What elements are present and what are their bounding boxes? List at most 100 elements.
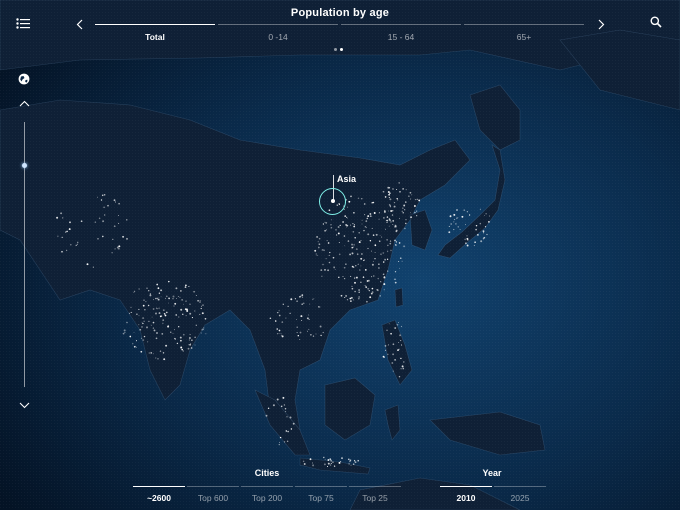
city-light [331, 219, 332, 221]
city-light [168, 280, 170, 283]
year-option-2010[interactable]: 2010 [440, 486, 492, 508]
city-light [389, 198, 392, 201]
city-light [185, 284, 187, 287]
city-light [101, 235, 104, 238]
city-light [376, 289, 379, 292]
city-light [282, 303, 284, 305]
city-light [316, 235, 319, 238]
city-light [155, 312, 157, 315]
city-light [160, 289, 163, 292]
city-light [457, 217, 459, 219]
city-light [141, 321, 143, 323]
tab-65-plus[interactable]: 65+ [464, 24, 584, 44]
city-light [167, 325, 170, 328]
city-light [329, 251, 331, 254]
city-light [294, 298, 296, 300]
city-light [333, 266, 335, 268]
city-light [454, 218, 456, 221]
city-light [312, 464, 315, 467]
zoom-slider-track[interactable] [24, 122, 25, 387]
chevron-right-icon[interactable] [594, 16, 608, 32]
city-light [149, 293, 152, 295]
city-light [388, 225, 390, 227]
city-light [329, 458, 331, 460]
city-light [140, 337, 142, 339]
city-light [337, 226, 340, 228]
city-light [405, 219, 407, 221]
year-option-2025[interactable]: 2025 [494, 486, 546, 508]
city-light [389, 242, 392, 245]
city-light [301, 303, 304, 306]
city-light [356, 253, 359, 255]
city-light [463, 209, 465, 211]
city-light [115, 201, 116, 203]
city-light [321, 275, 323, 277]
city-light [392, 188, 394, 190]
city-light [347, 458, 350, 461]
city-light [287, 430, 289, 433]
city-light [326, 465, 329, 468]
city-light [358, 231, 360, 234]
city-light [324, 230, 326, 232]
page-dot-active[interactable] [340, 48, 343, 51]
city-light [113, 199, 116, 202]
city-light [353, 225, 356, 228]
city-light [366, 280, 369, 282]
tab-15-64[interactable]: 15 - 64 [341, 24, 461, 44]
city-light [283, 404, 286, 406]
search-icon[interactable] [648, 14, 664, 30]
tab-0-14[interactable]: 0 -14 [218, 24, 338, 44]
cities-option-top25[interactable]: Top 25 [349, 486, 401, 508]
city-light [404, 209, 406, 211]
city-light [360, 281, 362, 283]
cities-option-top75[interactable]: Top 75 [295, 486, 347, 508]
city-light [201, 312, 204, 315]
city-light [393, 201, 396, 204]
city-light [383, 283, 386, 286]
city-light [57, 235, 59, 237]
globe-icon[interactable] [16, 71, 32, 87]
city-light [358, 296, 360, 298]
chevron-left-icon[interactable] [72, 16, 86, 32]
city-light [285, 430, 288, 432]
cities-option-top200[interactable]: Top 200 [241, 486, 293, 508]
city-light [450, 223, 453, 225]
city-light [138, 315, 140, 317]
city-light [309, 303, 311, 305]
tab-total[interactable]: Total [95, 24, 215, 44]
city-light [281, 321, 284, 323]
world-map[interactable] [0, 0, 680, 510]
city-light [367, 247, 369, 250]
chevron-down-icon[interactable] [16, 398, 32, 412]
city-light [183, 303, 184, 305]
city-light [400, 325, 403, 328]
city-light [354, 281, 356, 284]
city-light [392, 220, 395, 222]
city-light [188, 339, 190, 341]
city-light [343, 266, 346, 269]
city-light [398, 342, 400, 343]
city-light [372, 234, 375, 236]
city-light [360, 257, 363, 260]
city-light [75, 244, 77, 247]
city-light [287, 305, 289, 307]
city-light [162, 322, 164, 324]
city-light [280, 332, 282, 334]
city-light [276, 328, 278, 330]
page-dot[interactable] [334, 48, 337, 51]
city-light [286, 415, 288, 418]
cities-option-2600[interactable]: ~2600 [133, 486, 185, 508]
city-light [371, 250, 372, 252]
city-light [146, 326, 148, 329]
city-light [387, 244, 389, 246]
chevron-up-icon[interactable] [16, 96, 32, 110]
city-light [378, 240, 381, 242]
city-light [66, 230, 68, 233]
city-light [173, 329, 176, 331]
zoom-slider-thumb[interactable] [21, 162, 27, 168]
city-light [350, 465, 352, 466]
cities-option-top600[interactable]: Top 600 [187, 486, 239, 508]
city-light [103, 206, 105, 209]
city-light [381, 236, 383, 238]
city-light [346, 299, 349, 301]
